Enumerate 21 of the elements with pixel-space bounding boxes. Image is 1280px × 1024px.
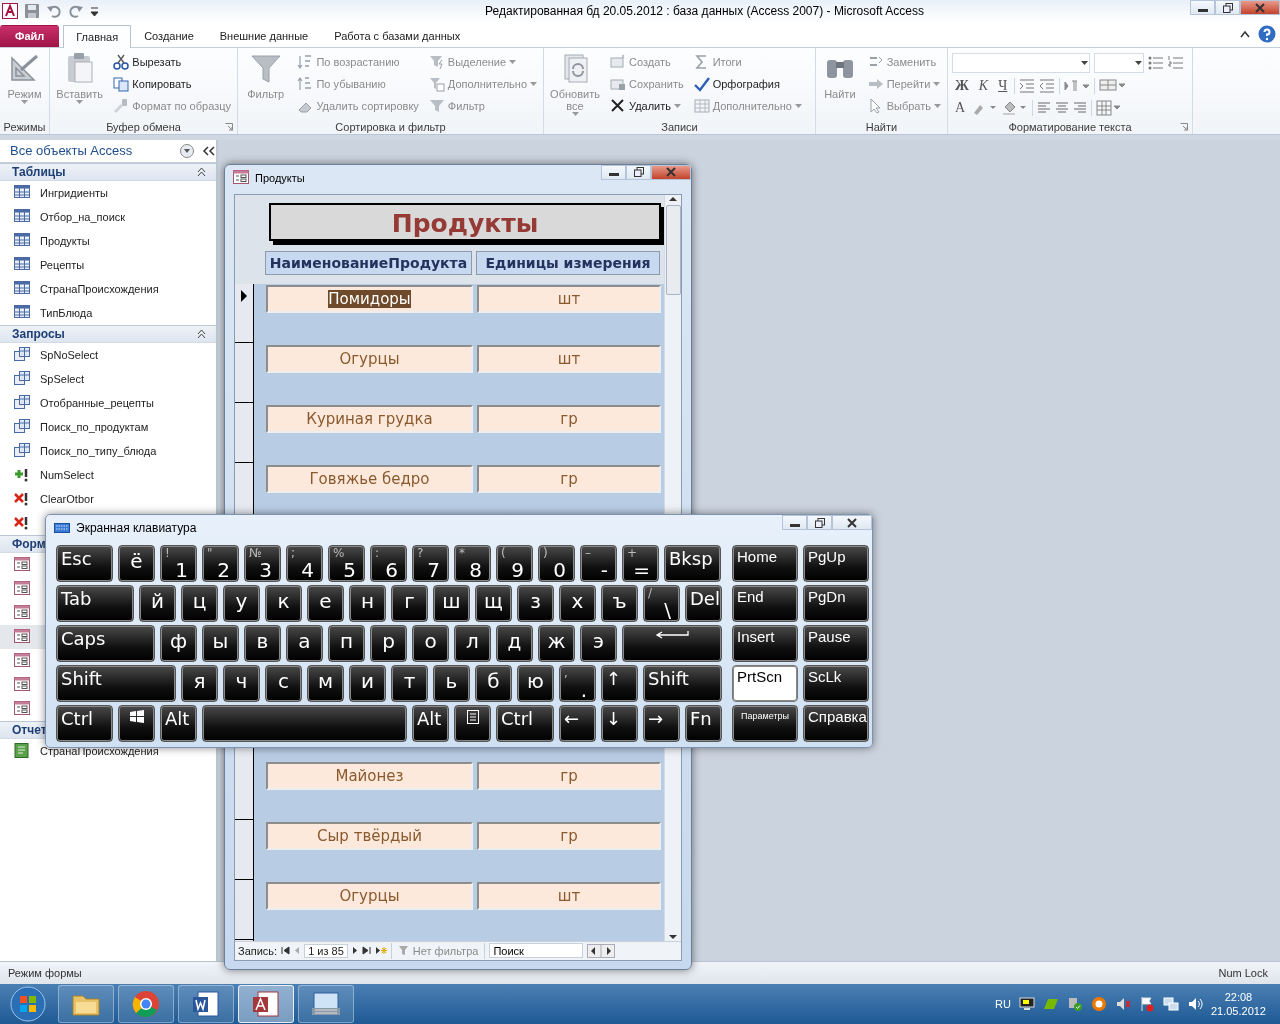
window-title: Редактированная бд 20.05.2012 : база данных (Access 2007) - Microsoft Access — [484, 3, 925, 18]
status-text: Num Lock — [1218, 967, 1268, 980]
clock-date: 21.05.2012 — [1210, 1004, 1266, 1018]
pane-title: Все объекты Access — [10, 143, 134, 159]
status-text: Режим формы — [8, 967, 82, 980]
section-label: Таблицы — [12, 164, 66, 179]
group-label: Форматирование текста — [1008, 120, 1132, 133]
group-label: Найти — [865, 120, 898, 133]
clock-time: 22:08 — [1224, 990, 1253, 1004]
group-label: Записи — [661, 120, 698, 133]
section-label: Форм — [12, 536, 46, 551]
record-label: Запись: — [238, 944, 278, 957]
group-label: Буфер обмена — [106, 120, 181, 133]
column-header: Единицы измерения — [476, 250, 660, 275]
group-label: Сортировка и фильтр — [335, 120, 446, 133]
window-title: Продукты — [255, 171, 306, 184]
section-label: Отчет — [12, 722, 47, 737]
group-label: Режимы — [3, 120, 46, 133]
section-label: Запросы — [12, 326, 65, 341]
window-title: Экранная клавиатура — [76, 521, 198, 535]
column-header: НаименованиеПродукта — [265, 250, 472, 275]
